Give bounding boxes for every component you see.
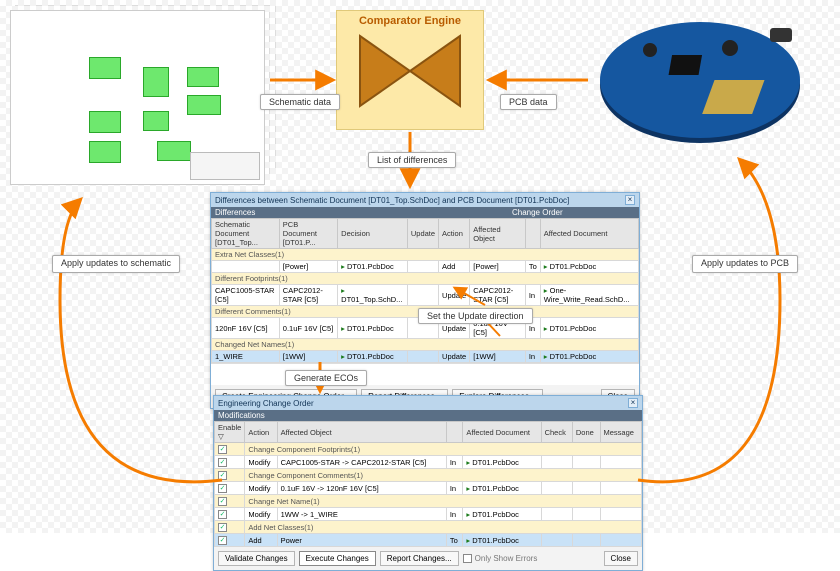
close-icon[interactable]: × <box>628 398 638 408</box>
group-row[interactable]: Changed Net Names(1) <box>212 339 639 351</box>
col-pcb-doc[interactable]: PCB Document [DT01.P... <box>279 219 337 249</box>
group-row[interactable]: Extra Net Classes(1) <box>212 249 639 261</box>
eco-grid[interactable]: Enable ▽ Action Affected Object Affected… <box>214 421 642 547</box>
pane-change-order: Change Order <box>440 208 635 217</box>
execute-changes-button[interactable]: Execute Changes <box>299 551 376 566</box>
col-action[interactable]: Action <box>439 219 470 249</box>
differences-dialog-title: Differences between Schematic Document [… <box>215 196 569 205</box>
eco-dialog: Engineering Change Order × Modifications… <box>213 395 643 571</box>
col-affected-obj[interactable]: Affected Object <box>277 422 446 443</box>
col-decision[interactable]: Decision <box>338 219 408 249</box>
eco-dialog-title: Engineering Change Order <box>218 399 314 408</box>
group-row[interactable]: Change Component Comments(1) <box>215 469 642 482</box>
table-row[interactable]: 1_WIRE [1WW] DT01.PcbDoc Update [1WW] In… <box>212 351 639 363</box>
schematic-document <box>10 10 265 185</box>
table-row[interactable]: Add Power To DT01.PcbDoc <box>215 534 642 547</box>
bowtie-icon <box>337 31 483 111</box>
only-errors-label: Only Show Errors <box>475 554 538 563</box>
comparator-engine: Comparator Engine <box>336 10 484 130</box>
checkbox[interactable] <box>218 523 227 532</box>
close-button[interactable]: Close <box>604 551 638 566</box>
col-affected-doc[interactable]: Affected Document <box>540 219 638 249</box>
pane-differences: Differences <box>215 208 440 217</box>
checkbox[interactable] <box>218 536 227 545</box>
group-row[interactable]: Add Net Classes(1) <box>215 521 642 534</box>
eco-section-label: Modifications <box>218 411 265 420</box>
report-changes-button[interactable]: Report Changes... <box>380 551 459 566</box>
list-of-diffs-label: List of differences <box>368 152 456 168</box>
col-action[interactable]: Action <box>245 422 277 443</box>
table-row[interactable]: Modify 1WW -> 1_WIRE In DT01.PcbDoc <box>215 508 642 521</box>
set-update-direction-label: Set the Update direction <box>418 308 533 324</box>
checkbox[interactable] <box>218 458 227 467</box>
table-row[interactable]: CAPC1005-STAR [C5] CAPC2012-STAR [C5] DT… <box>212 285 639 306</box>
table-row[interactable]: [Power] DT01.PcbDoc Add [Power] To DT01.… <box>212 261 639 273</box>
schematic-data-label: Schematic data <box>260 94 340 110</box>
col-done[interactable]: Done <box>572 422 600 443</box>
checkbox[interactable] <box>218 471 227 480</box>
table-row[interactable]: Modify CAPC1005-STAR -> CAPC2012-STAR [C… <box>215 456 642 469</box>
checkbox[interactable] <box>218 445 227 454</box>
differences-dialog: Differences between Schematic Document [… <box>210 192 640 409</box>
apply-to-pcb-label: Apply updates to PCB <box>692 255 798 273</box>
checkbox[interactable] <box>218 484 227 493</box>
group-row[interactable]: Different Footprints(1) <box>212 273 639 285</box>
only-errors-checkbox[interactable] <box>463 554 472 563</box>
generate-ecos-label: Generate ECOs <box>285 370 367 386</box>
checkbox[interactable] <box>218 510 227 519</box>
col-sch-doc[interactable]: Schematic Document [DT01_Top... <box>212 219 280 249</box>
differences-grid[interactable]: Schematic Document [DT01_Top... PCB Docu… <box>211 218 639 363</box>
validate-changes-button[interactable]: Validate Changes <box>218 551 295 566</box>
apply-to-schematic-label: Apply updates to schematic <box>52 255 180 273</box>
col-check[interactable]: Check <box>541 422 572 443</box>
group-row[interactable]: Change Component Footprints(1) <box>215 443 642 456</box>
col-update[interactable]: Update <box>407 219 438 249</box>
group-row[interactable]: Change Net Name(1) <box>215 495 642 508</box>
pcb-board <box>590 10 810 150</box>
table-row[interactable]: Modify 0.1uF 16V -> 120nF 16V [C5] In DT… <box>215 482 642 495</box>
col-affected-doc[interactable]: Affected Document <box>463 422 541 443</box>
comparator-title: Comparator Engine <box>337 15 483 27</box>
col-message[interactable]: Message <box>600 422 642 443</box>
pcb-data-label: PCB data <box>500 94 557 110</box>
col-affected-obj[interactable]: Affected Object <box>470 219 526 249</box>
close-icon[interactable]: × <box>625 195 635 205</box>
checkbox[interactable] <box>218 497 227 506</box>
